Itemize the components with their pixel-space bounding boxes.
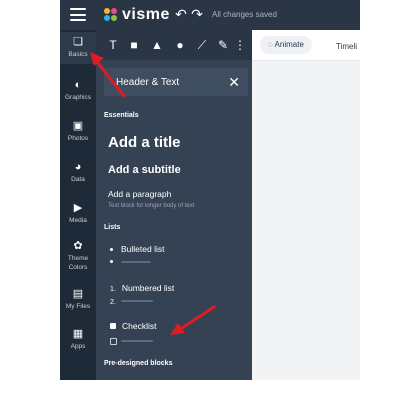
rail-item-apps[interactable]: ▦ Apps bbox=[60, 324, 96, 354]
circle-tool-icon[interactable]: ● bbox=[173, 38, 187, 52]
line-tool-icon[interactable]: ⟋ bbox=[195, 38, 209, 52]
close-icon[interactable]: ✕ bbox=[228, 74, 240, 91]
annotation-arrow-basics bbox=[90, 52, 126, 98]
rail-label-my-files: My Files bbox=[65, 303, 91, 310]
shapes-icon: ❏ bbox=[73, 36, 83, 48]
checklist-label: Checklist bbox=[122, 321, 157, 331]
checklist-placeholder bbox=[110, 337, 160, 345]
lists-heading: Lists bbox=[104, 224, 121, 231]
rail-item-data[interactable]: ◕ Data bbox=[60, 157, 96, 187]
chart-icon: ◕ bbox=[74, 161, 82, 173]
rectangle-tool-icon[interactable]: ■ bbox=[127, 38, 141, 52]
bulleted-list-placeholder bbox=[110, 259, 151, 265]
canvas-area[interactable]: ◌ Animate Timeli bbox=[252, 30, 360, 380]
numbered-list-placeholder: 2. bbox=[110, 296, 160, 306]
bulleted-list-label: Bulleted list bbox=[121, 244, 165, 254]
rail-item-my-files[interactable]: ▤ My Files bbox=[60, 284, 96, 314]
palette-icon: ✿ bbox=[73, 240, 83, 252]
paragraph-hint: Text block for longer body of text bbox=[108, 203, 195, 209]
add-paragraph-button[interactable]: Add a paragraph bbox=[108, 189, 171, 199]
animate-label: Animate bbox=[274, 40, 304, 49]
apps-icon: ▦ bbox=[72, 328, 84, 340]
pen-tool-icon[interactable]: ✎ bbox=[216, 38, 230, 52]
undo-icon[interactable]: ↶ bbox=[174, 6, 188, 22]
bullet-icon bbox=[110, 248, 113, 252]
brand-name: visme bbox=[122, 6, 170, 23]
redo-icon[interactable]: ↷ bbox=[190, 6, 204, 22]
media-icon: ▶ bbox=[73, 202, 83, 214]
animate-button[interactable]: ◌ Animate bbox=[260, 36, 312, 54]
canvas-toolbar: ◌ Animate Timeli bbox=[252, 30, 360, 61]
placeholder-line bbox=[121, 261, 151, 263]
rail-label-data: Data bbox=[71, 176, 85, 183]
save-status: All changes saved bbox=[212, 10, 277, 19]
checkbox-checked-icon bbox=[110, 322, 116, 329]
predesigned-heading: Pre-designed blocks bbox=[104, 360, 173, 367]
bullet-icon bbox=[110, 260, 113, 263]
rail-label-theme-colors: Theme Colors bbox=[67, 255, 89, 271]
rail-label-photos: Photos bbox=[67, 135, 89, 142]
rail-item-media[interactable]: ▶ Media bbox=[60, 198, 96, 228]
more-tools-icon[interactable]: ⋮ bbox=[234, 38, 246, 52]
bulleted-list-button[interactable]: Bulleted list bbox=[110, 244, 164, 254]
add-subtitle-button[interactable]: Add a subtitle bbox=[108, 164, 181, 176]
numbered-list-button[interactable]: 1. Numbered list bbox=[110, 283, 174, 293]
visme-logo: visme bbox=[104, 6, 170, 24]
placeholder-line bbox=[121, 300, 153, 302]
rail-item-photos[interactable]: ▣ Photos bbox=[60, 116, 96, 146]
triangle-tool-icon[interactable]: ▲ bbox=[150, 38, 164, 52]
rail-label-media: Media bbox=[69, 217, 87, 224]
menu-icon[interactable] bbox=[70, 8, 86, 21]
number-one: 1. bbox=[110, 286, 116, 293]
top-bar: visme ↶ ↷ All changes saved bbox=[60, 0, 360, 30]
annotation-arrow-checklist bbox=[170, 305, 216, 335]
folder-icon: ▤ bbox=[72, 288, 84, 300]
rail-label-apps: Apps bbox=[70, 343, 86, 350]
add-title-button[interactable]: Add a title bbox=[108, 134, 181, 151]
timeline-button[interactable]: Timeli bbox=[336, 42, 357, 51]
placeholder-line bbox=[121, 340, 153, 342]
essentials-heading: Essentials bbox=[104, 112, 139, 119]
checklist-button[interactable]: Checklist bbox=[110, 321, 156, 331]
photo-icon: ▣ bbox=[72, 120, 84, 132]
checkbox-empty-icon bbox=[110, 338, 117, 345]
rail-item-theme-colors[interactable]: ✿ Theme Colors bbox=[60, 236, 96, 276]
graphics-icon: ◐ bbox=[74, 79, 82, 91]
number-two: 2. bbox=[110, 299, 116, 306]
numbered-list-label: Numbered list bbox=[121, 283, 175, 293]
logo-mark-icon bbox=[104, 8, 118, 22]
